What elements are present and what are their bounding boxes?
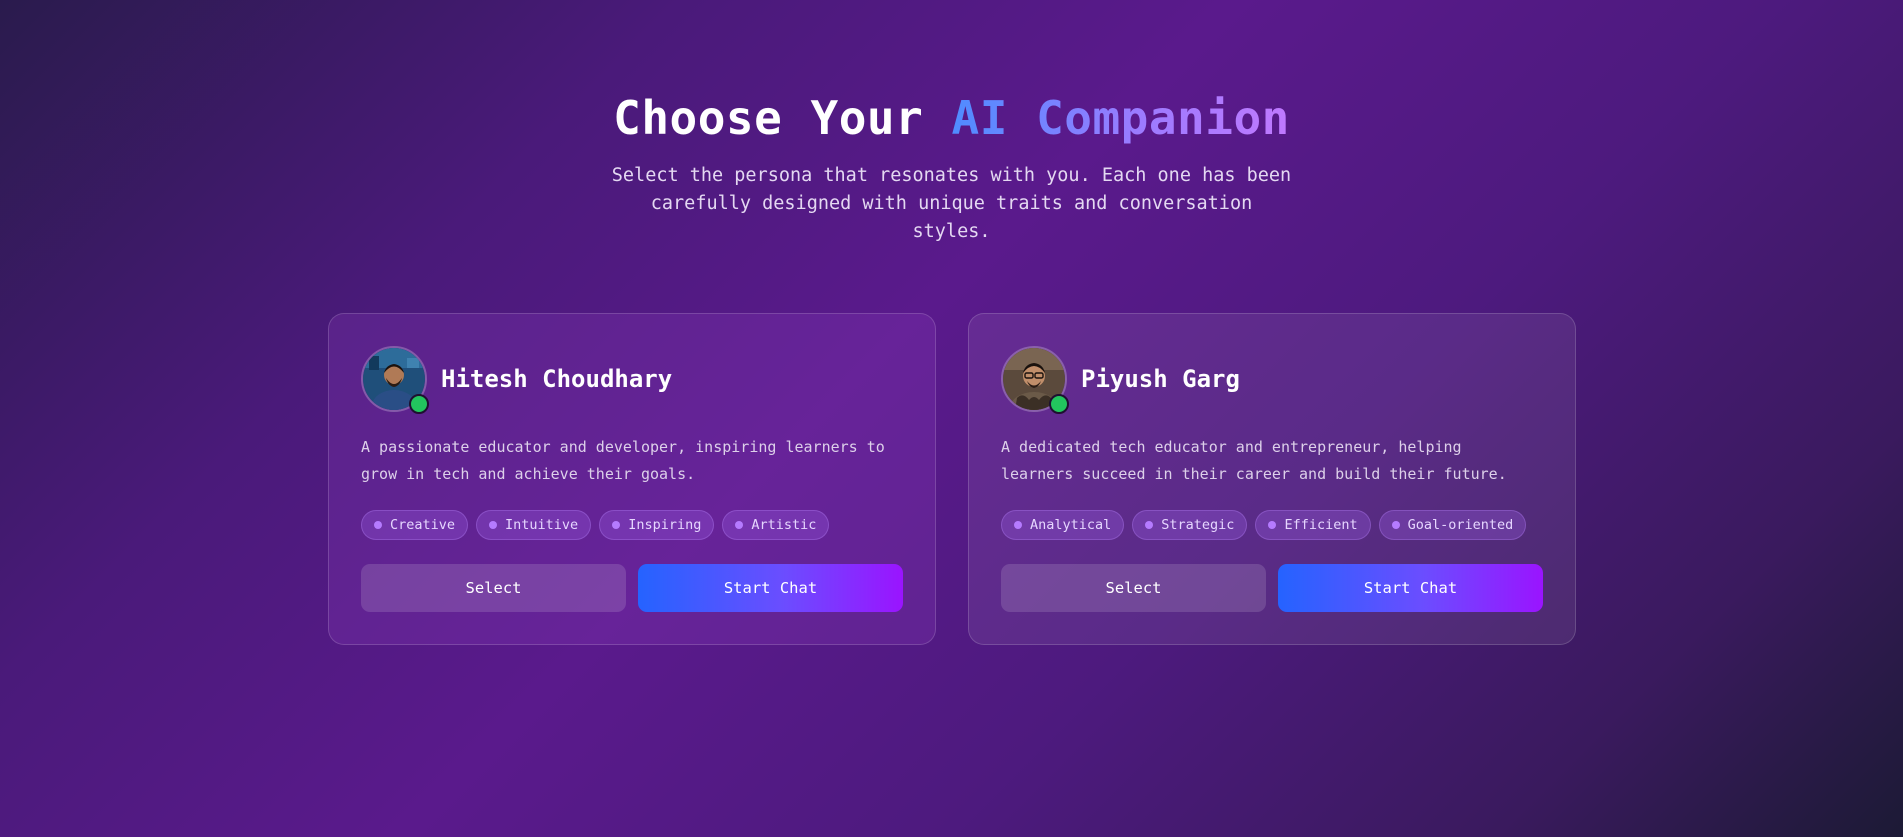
online-status-indicator (409, 394, 429, 414)
trait-tag: Artistic (722, 510, 830, 540)
trait-tag: Inspiring (599, 510, 715, 540)
tag-label: Strategic (1161, 517, 1235, 533)
page-subtitle: Select the persona that resonates with y… (611, 165, 1292, 242)
tag-label: Intuitive (505, 517, 579, 533)
tag-label: Creative (390, 517, 456, 533)
tag-dot-icon (489, 521, 498, 529)
trait-tags: Analytical Strategic Efficient Goal-orie… (1001, 510, 1543, 540)
tag-label: Goal-oriented (1407, 517, 1514, 533)
start-chat-button[interactable]: Start Chat (1278, 564, 1543, 612)
persona-actions: Select Start Chat (361, 564, 903, 612)
trait-tag: Intuitive (476, 510, 592, 540)
trait-tag: Creative (361, 510, 469, 540)
persona-description: A passionate educator and developer, ins… (361, 438, 885, 483)
trait-tag: Strategic (1132, 510, 1248, 540)
tag-label: Analytical (1030, 517, 1112, 533)
online-status-indicator (1049, 394, 1069, 414)
select-button[interactable]: Select (361, 564, 626, 612)
tag-dot-icon (1391, 521, 1400, 529)
trait-tag: Analytical (1001, 510, 1125, 540)
tag-label: Efficient (1284, 517, 1358, 533)
persona-description: A dedicated tech educator and entreprene… (1001, 438, 1507, 483)
trait-tag: Efficient (1255, 510, 1371, 540)
persona-name: Piyush Garg (1081, 365, 1240, 393)
title-prefix: Choose Your (613, 91, 924, 145)
tag-dot-icon (612, 521, 621, 529)
start-chat-button[interactable]: Start Chat (638, 564, 903, 612)
persona-name: Hitesh Choudhary (441, 365, 673, 393)
persona-card-piyush[interactable]: Piyush Garg A dedicated tech educator an… (968, 313, 1576, 645)
title-accent: AI Companion (951, 91, 1290, 145)
page-title: Choose Your AI Companion (0, 92, 1903, 144)
persona-card-header: Piyush Garg (1001, 346, 1543, 414)
tag-dot-icon (735, 521, 744, 529)
tag-dot-icon (1014, 521, 1022, 529)
persona-card-hitesh[interactable]: Hitesh Choudhary A passionate educator a… (328, 313, 936, 645)
persona-list: Hitesh Choudhary A passionate educator a… (328, 313, 1576, 645)
tag-dot-icon (374, 521, 382, 529)
tag-label: Artistic (751, 517, 817, 533)
select-button[interactable]: Select (1001, 564, 1266, 612)
avatar-container (361, 346, 429, 414)
avatar-container (1001, 346, 1069, 414)
persona-card-header: Hitesh Choudhary (361, 346, 903, 414)
trait-tags: Creative Intuitive Inspiring Artistic (361, 510, 903, 540)
tag-dot-icon (1268, 521, 1277, 529)
trait-tag: Goal-oriented (1378, 510, 1527, 540)
page-header: Choose Your AI Companion Select the pers… (0, 92, 1903, 246)
tag-label: Inspiring (628, 517, 702, 533)
persona-actions: Select Start Chat (1001, 564, 1543, 612)
tag-dot-icon (1145, 521, 1154, 529)
